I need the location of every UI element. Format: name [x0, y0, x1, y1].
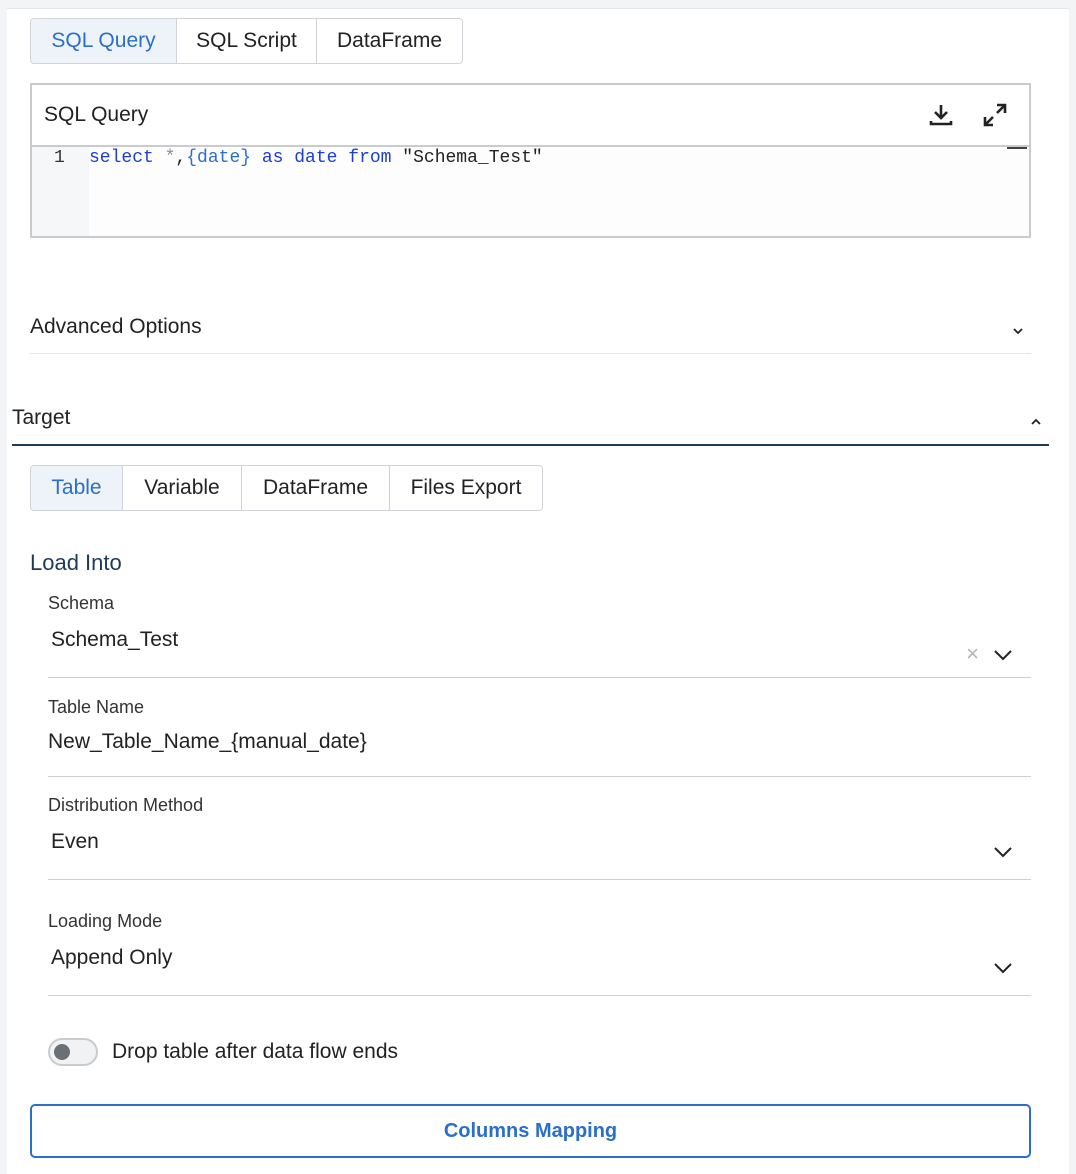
code-line[interactable]: select *,{date} as date from "Schema_Tes…: [89, 148, 543, 168]
loading-mode-select[interactable]: Loading Mode Append Only: [48, 911, 1031, 997]
editor-header: SQL Query: [32, 85, 1029, 147]
code-string: "Schema_Test": [391, 148, 543, 168]
distribution-method-select[interactable]: Distribution Method Even: [48, 795, 1031, 881]
expand-icon[interactable]: [981, 101, 1009, 129]
schema-label: Schema: [48, 593, 115, 613]
table-name-input[interactable]: New_Table_Name_{manual_date}: [48, 730, 1031, 754]
clear-icon[interactable]: ×: [966, 641, 979, 667]
distribution-method-label: Distribution Method: [48, 795, 204, 815]
line-gutter: 1: [32, 147, 89, 236]
code-keyword: select: [89, 148, 154, 168]
line-number: 1: [54, 148, 65, 168]
table-name-field[interactable]: Table Name New_Table_Name_{manual_date}: [48, 697, 1031, 779]
scroll-marker: [1007, 147, 1027, 149]
schema-select[interactable]: Schema Schema_Test ×: [48, 593, 1031, 679]
sql-editor: SQL Query 1 select *,{date} as date from…: [30, 83, 1031, 238]
tab-files-export[interactable]: Files Export: [390, 466, 542, 510]
load-into-heading: Load Into: [30, 550, 122, 575]
code-identifier: date: [283, 148, 338, 168]
distribution-underline: [48, 879, 1031, 880]
target-section-toggle[interactable]: Target: [12, 392, 1049, 446]
loading-mode-label: Loading Mode: [48, 911, 163, 931]
download-icon[interactable]: [927, 101, 955, 129]
table-name-label: Table Name: [48, 697, 145, 717]
chevron-down-icon[interactable]: [993, 845, 1013, 858]
tab-sql-query[interactable]: SQL Query: [31, 19, 177, 63]
target-label: Target: [12, 406, 71, 429]
code-template: {date}: [186, 148, 252, 168]
chevron-down-icon[interactable]: [993, 648, 1013, 661]
columns-mapping-button[interactable]: Columns Mapping: [30, 1104, 1031, 1158]
chevron-up-icon: [1029, 411, 1043, 425]
table-name-underline: [48, 776, 1031, 777]
code-keyword: from: [337, 148, 392, 168]
toggle-knob: [54, 1044, 70, 1060]
schema-underline: [48, 677, 1031, 678]
tab-table[interactable]: Table: [31, 466, 123, 510]
tab-sql-script[interactable]: SQL Script: [177, 19, 317, 63]
advanced-options-label: Advanced Options: [30, 314, 202, 338]
tab-variable[interactable]: Variable: [123, 466, 242, 510]
target-tabs: Table Variable DataFrame Files Export: [30, 465, 543, 511]
schema-value[interactable]: Schema_Test: [48, 628, 1031, 652]
tab-dataframe-target[interactable]: DataFrame: [242, 466, 390, 510]
loading-mode-value[interactable]: Append Only: [48, 946, 1031, 970]
drop-table-toggle[interactable]: [48, 1038, 98, 1066]
code-area[interactable]: 1 select *,{date} as date from "Schema_T…: [32, 147, 1029, 236]
code-punct: ,: [175, 148, 187, 168]
code-operator: *: [153, 148, 176, 168]
drop-table-label: Drop table after data flow ends: [112, 1040, 399, 1063]
advanced-options-toggle[interactable]: Advanced Options: [30, 300, 1031, 354]
distribution-method-value[interactable]: Even: [48, 830, 1031, 854]
tab-dataframe[interactable]: DataFrame: [317, 19, 462, 63]
drop-table-row: Drop table after data flow ends: [48, 1038, 398, 1066]
code-keyword: as: [251, 148, 284, 168]
loading-mode-underline: [48, 995, 1031, 996]
editor-title: SQL Query: [44, 103, 149, 126]
chevron-down-icon[interactable]: [993, 961, 1013, 974]
source-tabs: SQL Query SQL Script DataFrame: [30, 18, 463, 64]
chevron-down-icon: [1011, 320, 1025, 334]
